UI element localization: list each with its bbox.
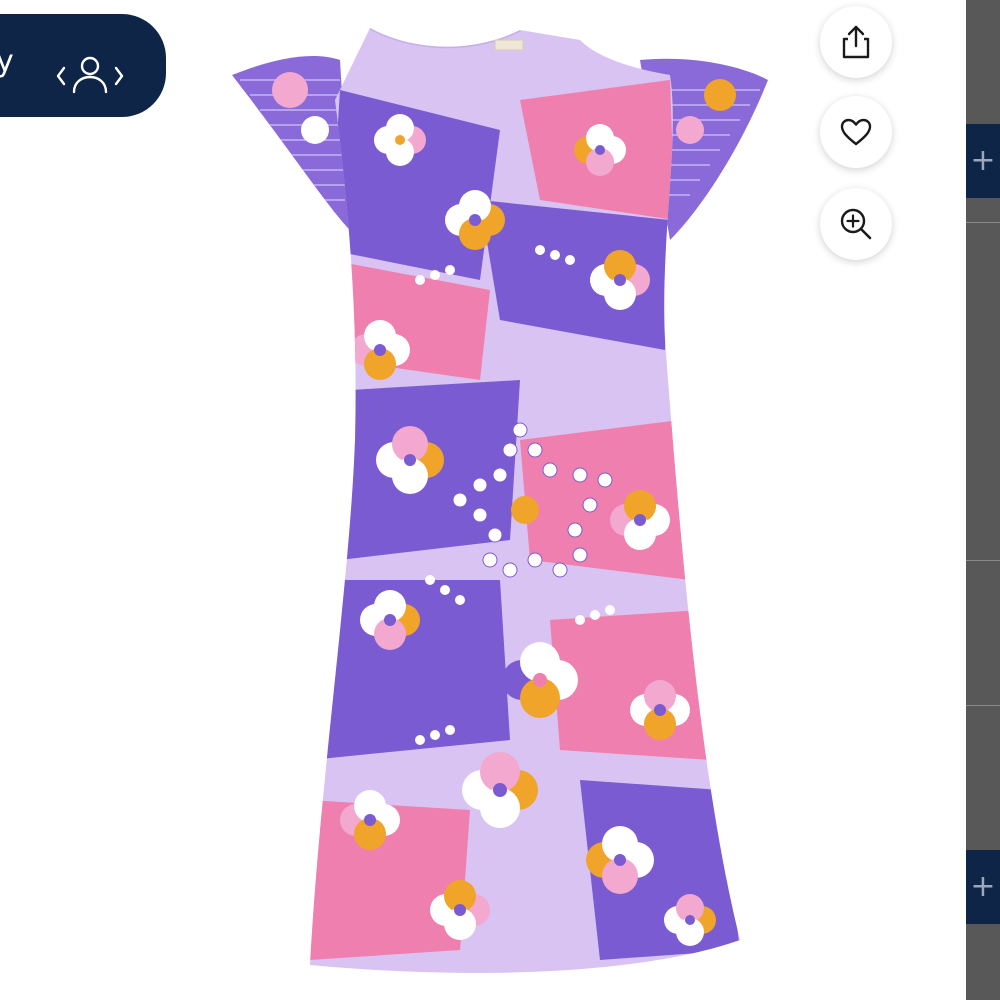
plus-icon: + (970, 143, 996, 178)
expand-button-bottom[interactable]: + (966, 850, 1000, 924)
expand-button-top[interactable]: + (966, 124, 1000, 198)
favorite-button[interactable] (820, 96, 892, 168)
panel-divider (966, 705, 1000, 706)
product-image[interactable] (220, 20, 790, 995)
dress-photo (232, 28, 768, 973)
profile-switch-button[interactable] (52, 52, 128, 100)
share-icon (842, 25, 870, 59)
nav-pill-text: y (0, 44, 14, 79)
plus-icon: + (970, 869, 996, 904)
panel-divider (966, 560, 1000, 561)
zoom-button[interactable] (820, 188, 892, 260)
share-button[interactable] (820, 6, 892, 78)
product-page: y + + (0, 0, 1000, 1000)
zoom-in-icon (840, 208, 872, 240)
heart-icon (840, 118, 872, 146)
panel-divider (966, 222, 1000, 223)
person-switch-icon (56, 56, 124, 94)
account-nav-pill: y (0, 14, 166, 117)
